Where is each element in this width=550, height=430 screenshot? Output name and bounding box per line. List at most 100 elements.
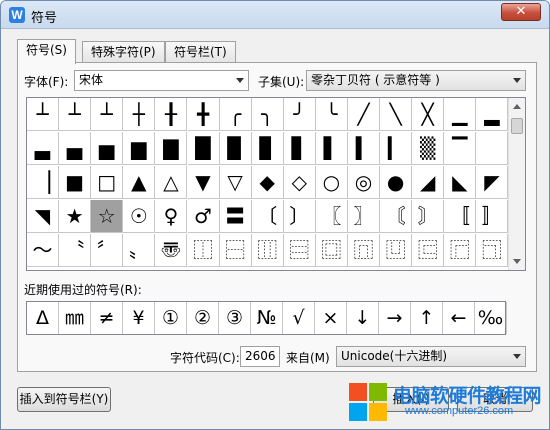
symbol-cell[interactable]: ▔ — [444, 132, 477, 165]
symbol-cell[interactable]: ■ — [59, 166, 92, 199]
symbol-cell[interactable]: ⿴ — [315, 234, 348, 267]
symbol-cell[interactable]: ▒ — [412, 132, 445, 165]
symbol-cell[interactable]: ◆ — [251, 166, 284, 199]
recent-symbol-cell[interactable]: ‰ — [475, 302, 507, 334]
symbol-cell[interactable]: ╭ — [219, 98, 252, 131]
insert-to-symbol-bar-button[interactable]: 插入到符号栏(Y) — [17, 387, 111, 412]
symbol-cell[interactable]: ⿲ — [251, 234, 284, 267]
close-button[interactable]: ✕ — [501, 3, 541, 21]
symbol-cell[interactable]: △ — [155, 166, 188, 199]
symbol-cell[interactable]: ╋ — [187, 98, 220, 131]
symbol-cell[interactable]: ☉ — [123, 200, 156, 233]
symbol-cell[interactable]: 〟 — [123, 234, 156, 267]
recent-symbol-cell[interactable]: ≠ — [91, 302, 123, 334]
symbol-cell[interactable]: 〖 — [315, 200, 348, 233]
symbol-cell[interactable]: ⿹ — [476, 234, 509, 267]
font-select[interactable]: 宋体 — [74, 70, 249, 91]
recent-symbol-cell[interactable]: ↓ — [347, 302, 379, 334]
symbol-cell[interactable]: 〛 — [476, 200, 509, 233]
tab-symbol-bar[interactable]: 符号栏(T) — [165, 41, 236, 63]
recent-symbol-cell[interactable]: ㎜ — [59, 302, 91, 334]
scroll-down-icon[interactable] — [513, 259, 521, 264]
symbol-cell[interactable]: 〙 — [412, 200, 445, 233]
symbol-cell[interactable]: ▁ — [444, 98, 477, 131]
symbol-cell[interactable]: ╂ — [155, 98, 188, 131]
symbol-cell[interactable]: ▉ — [219, 132, 252, 165]
recent-symbol-cell[interactable]: → — [379, 302, 411, 334]
symbol-cell[interactable]: ▅ — [91, 132, 124, 165]
symbol-cell[interactable]: ☆ — [91, 200, 124, 233]
symbol-cell[interactable]: ◥ — [27, 200, 59, 233]
symbol-cell[interactable]: □ — [91, 166, 124, 199]
symbol-cell[interactable]: ▋ — [283, 132, 316, 165]
recent-symbol-cell[interactable]: ③ — [219, 302, 251, 334]
symbol-cell[interactable]: ♀ — [155, 200, 188, 233]
symbol-cell[interactable]: ⿸ — [444, 234, 477, 267]
subset-select[interactable]: 零杂丁贝符 ( 示意符等 ) — [306, 70, 526, 91]
symbol-cell[interactable]: ╱ — [348, 98, 380, 131]
symbol-cell[interactable]: 〝 — [59, 234, 92, 267]
tab-symbols[interactable]: 符号(S) — [17, 39, 76, 64]
symbol-cell[interactable]: 〚 — [444, 200, 477, 233]
symbol-cell[interactable]: ○ — [315, 166, 348, 199]
recent-symbol-cell[interactable]: × — [315, 302, 347, 334]
symbol-cell[interactable]: ▌ — [315, 132, 348, 165]
symbol-cell[interactable]: ▼ — [187, 166, 220, 199]
tab-special-chars[interactable]: 特殊字符(P) — [82, 41, 165, 63]
symbol-cell[interactable]: ⿷ — [412, 234, 445, 267]
symbol-cell[interactable]: ▕ — [27, 166, 59, 199]
recent-symbol-cell[interactable]: ② — [187, 302, 219, 334]
symbol-cell[interactable]: ▃ — [27, 132, 59, 165]
recent-symbol-cell[interactable]: Δ — [27, 302, 59, 334]
symbol-cell[interactable]: ▊ — [251, 132, 284, 165]
symbol-cell[interactable]: ▽ — [219, 166, 252, 199]
char-code-input[interactable]: 2606 — [240, 346, 280, 367]
symbol-cell[interactable]: 〗 — [348, 200, 380, 233]
symbol-cell[interactable]: ● — [380, 166, 413, 199]
symbol-cell[interactable]: 〓 — [219, 200, 252, 233]
symbol-cell[interactable]: ◤ — [476, 166, 509, 199]
symbol-cell[interactable]: 〕 — [283, 200, 316, 233]
symbol-cell[interactable]: ╳ — [412, 98, 445, 131]
symbol-cell[interactable]: 〜 — [27, 234, 59, 267]
symbol-cell[interactable]: ┴ — [59, 98, 92, 131]
symbol-cell[interactable]: ╮ — [251, 98, 284, 131]
symbol-cell[interactable]: ⿵ — [348, 234, 380, 267]
symbol-cell[interactable]: ◢ — [412, 166, 445, 199]
symbol-cell[interactable]: ◇ — [283, 166, 316, 199]
symbol-cell[interactable]: █ — [187, 132, 220, 165]
symbol-cell[interactable]: ⿳ — [283, 234, 316, 267]
scroll-up-icon[interactable] — [513, 104, 521, 109]
symbol-cell[interactable]: ┼ — [123, 98, 156, 131]
symbol-cell[interactable]: ╲ — [380, 98, 413, 131]
symbol-cell[interactable]: 〘 — [380, 200, 413, 233]
symbol-cell[interactable]: ◎ — [348, 166, 380, 199]
grid-scrollbar[interactable] — [508, 98, 525, 270]
symbol-cell[interactable]: ⿶ — [380, 234, 413, 267]
symbol-cell[interactable]: 〠 — [155, 234, 188, 267]
recent-symbol-cell[interactable]: ↑ — [411, 302, 443, 334]
source-select[interactable]: Unicode(十六进制) — [336, 346, 526, 367]
symbol-cell[interactable]: 〔 — [251, 200, 284, 233]
recent-symbol-cell[interactable]: № — [251, 302, 283, 334]
symbol-grid[interactable]: ⿹⿸⿷⿶⿵⿴⿳⿲⿱⿰〠〟〞〝〜 〛〚〙〘〗〖〕〔〓 ♂ ♀ ☉ ☆ ★ ◥ ◤ ◣ ◢ ● ◎ ○ ◇ ◆ ▽ ▼… — [26, 97, 526, 271]
symbol-cell[interactable]: ┴ — [27, 98, 59, 131]
symbol-cell[interactable]: ◣ — [444, 166, 477, 199]
symbol-cell[interactable]: ▂ — [476, 98, 509, 131]
recent-symbol-cell[interactable]: √ — [283, 302, 315, 334]
symbol-cell[interactable]: 〞 — [91, 234, 124, 267]
symbol-cell[interactable] — [476, 132, 509, 165]
symbol-cell[interactable]: ▍ — [348, 132, 380, 165]
scroll-thumb[interactable] — [511, 118, 523, 134]
symbol-cell[interactable]: ▎ — [380, 132, 413, 165]
recent-symbol-cell[interactable]: ① — [155, 302, 187, 334]
symbol-cell[interactable]: ▇ — [155, 132, 188, 165]
recent-symbol-cell[interactable]: ¥ — [123, 302, 155, 334]
symbol-cell[interactable]: ⿱ — [219, 234, 252, 267]
symbol-cell[interactable]: ⿰ — [187, 234, 220, 267]
symbol-cell[interactable]: ┴ — [91, 98, 124, 131]
symbol-cell[interactable]: ╯ — [283, 98, 316, 131]
symbol-cell[interactable]: ▆ — [123, 132, 156, 165]
symbol-cell[interactable]: ★ — [59, 200, 92, 233]
symbol-cell[interactable]: ▲ — [123, 166, 156, 199]
